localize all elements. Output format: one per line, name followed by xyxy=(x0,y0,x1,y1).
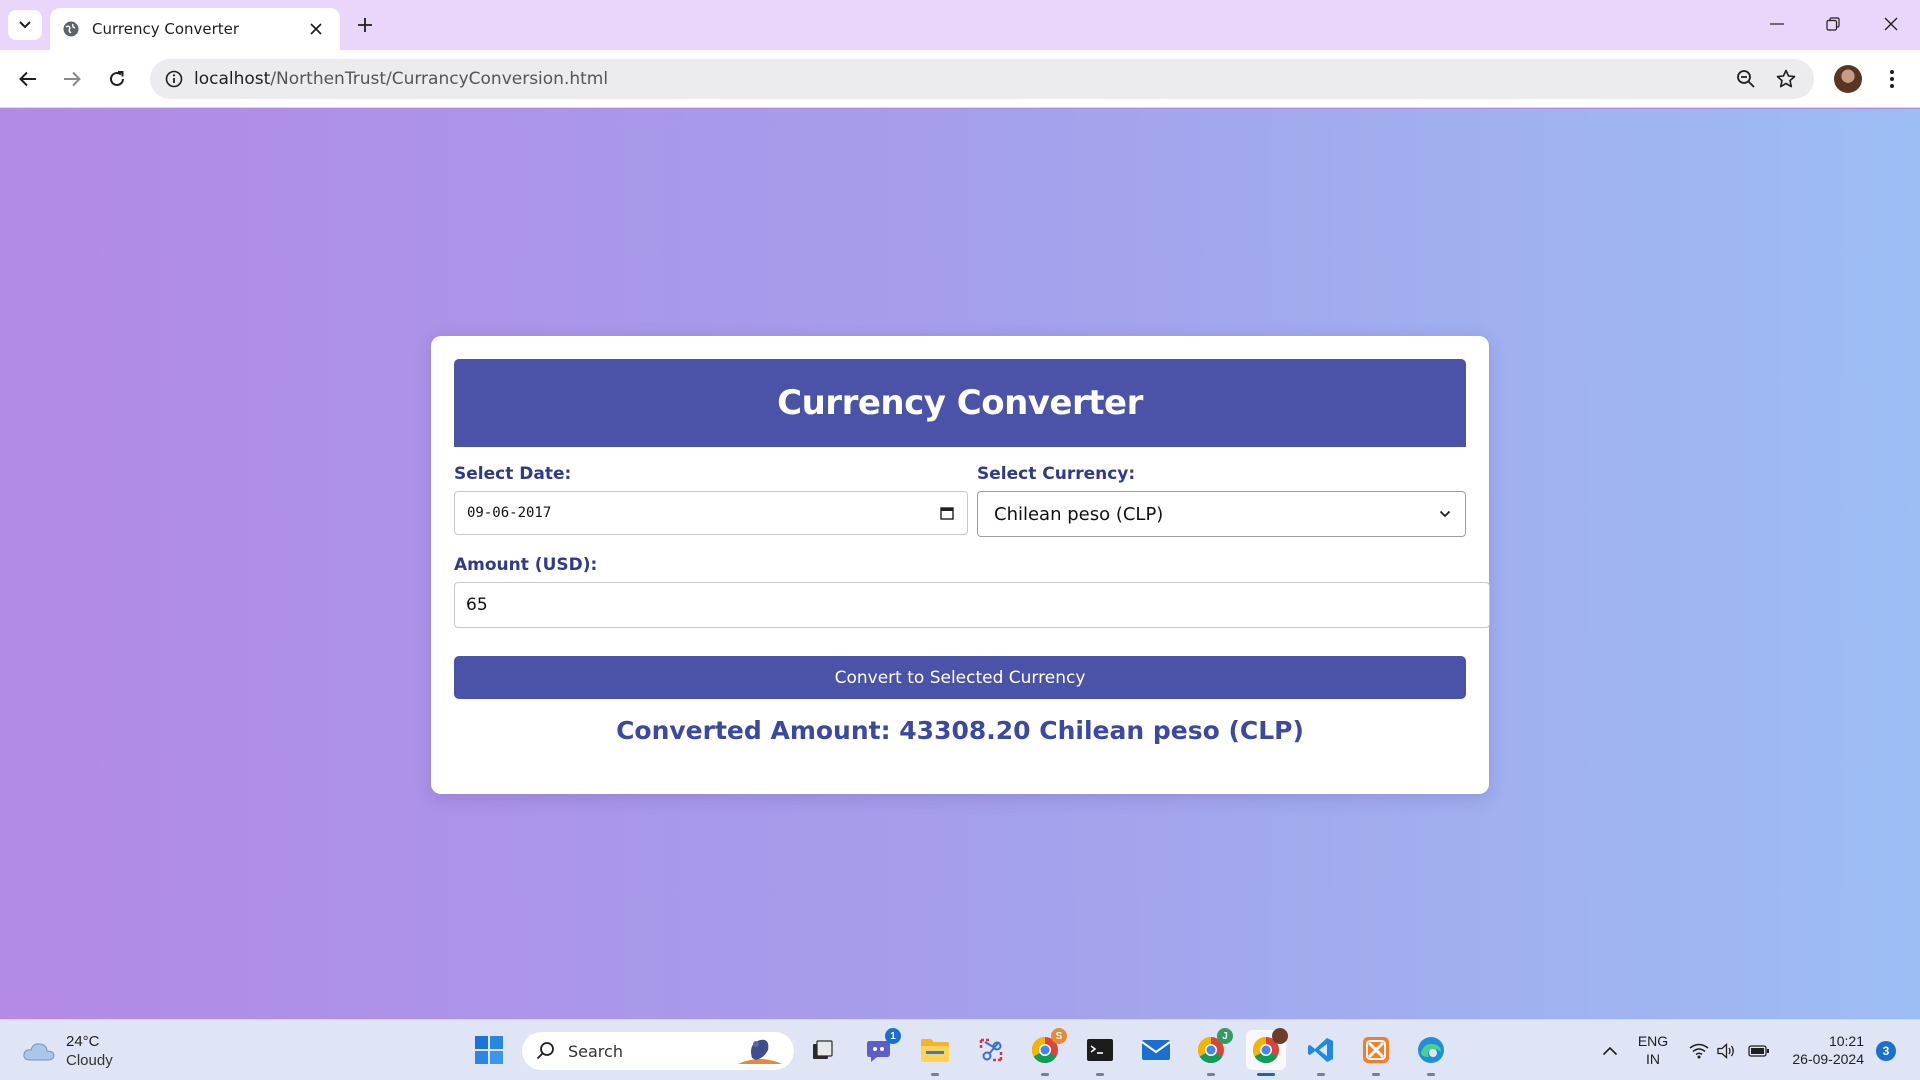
address-bar[interactable]: localhost/NorthenTrust/CurrancyConversio… xyxy=(150,59,1814,99)
page-title: Currency Converter xyxy=(777,383,1143,423)
url-text[interactable]: localhost/NorthenTrust/CurrancyConversio… xyxy=(194,69,608,89)
amount-label: Amount (USD): xyxy=(454,555,598,575)
new-tab-button[interactable] xyxy=(352,12,378,38)
clock-date: 26-09-2024 xyxy=(1792,1051,1864,1067)
forward-button[interactable] xyxy=(56,63,88,95)
edge-button[interactable] xyxy=(1411,1030,1451,1076)
convert-button[interactable]: Convert to Selected Currency xyxy=(454,656,1466,699)
wifi-icon[interactable] xyxy=(1688,1040,1710,1062)
profile-avatar[interactable] xyxy=(1834,65,1862,93)
close-tab-icon[interactable] xyxy=(304,17,328,41)
cloud-icon xyxy=(23,1043,55,1061)
card-header: Currency Converter xyxy=(454,359,1466,447)
vscode-icon xyxy=(1308,1038,1333,1062)
folder-icon xyxy=(921,1039,949,1062)
browser-menu-button[interactable] xyxy=(1878,63,1906,95)
date-input[interactable]: 09-06-2017 xyxy=(454,491,968,535)
calendar-icon[interactable] xyxy=(939,505,955,521)
globe-icon xyxy=(62,20,80,38)
tab-strip: Currency Converter xyxy=(0,0,1920,50)
profile-avatar-badge xyxy=(1272,1028,1288,1044)
chevron-down-icon xyxy=(1439,510,1451,518)
currency-select[interactable]: Chilean peso (CLP) xyxy=(977,491,1466,537)
file-explorer-button[interactable] xyxy=(915,1030,955,1076)
taskbar-search[interactable]: Search xyxy=(522,1032,794,1070)
amount-input[interactable]: 65 xyxy=(454,582,1490,628)
restore-icon xyxy=(1826,17,1840,31)
clock-time: 10:21 xyxy=(1828,1033,1864,1049)
back-button[interactable] xyxy=(12,63,44,95)
teams-button[interactable]: 1 xyxy=(859,1028,901,1070)
minimize-button[interactable] xyxy=(1754,8,1800,40)
snipping-tool-icon xyxy=(979,1038,1003,1062)
page-viewport: Currency Converter Select Date: 09-06-20… xyxy=(0,109,1920,1019)
vscode-button[interactable] xyxy=(1301,1030,1341,1076)
converted-amount-text: Converted Amount: 43308.20 Chilean peso … xyxy=(616,716,1304,745)
volume-icon[interactable] xyxy=(1716,1040,1738,1062)
url-host: localhost xyxy=(194,69,271,89)
clock[interactable]: 10:21 26-09-2024 xyxy=(1780,1032,1864,1068)
profile-j-badge: J xyxy=(1217,1028,1233,1044)
language-region: IN xyxy=(1646,1051,1660,1067)
start-button[interactable] xyxy=(469,1030,509,1070)
browser-toolbar: localhost/NorthenTrust/CurrancyConversio… xyxy=(0,50,1920,108)
close-window-button[interactable] xyxy=(1868,8,1914,40)
weather-temp: 24°C xyxy=(66,1033,100,1050)
edge-icon xyxy=(1418,1037,1444,1063)
weather-condition: Cloudy xyxy=(66,1052,113,1069)
chevron-down-icon xyxy=(19,21,31,29)
battery-icon[interactable] xyxy=(1748,1040,1770,1062)
restore-button[interactable] xyxy=(1810,8,1856,40)
teams-badge: 1 xyxy=(885,1028,901,1044)
url-path: /NorthenTrust/CurrancyConversion.html xyxy=(270,69,609,89)
search-highlight-icon xyxy=(738,1039,782,1064)
date-label: Select Date: xyxy=(454,464,572,484)
bookmark-star-icon[interactable] xyxy=(1770,63,1802,95)
task-view-button[interactable] xyxy=(803,1030,843,1070)
zoom-icon[interactable] xyxy=(1730,63,1762,95)
notification-badge[interactable]: 3 xyxy=(1876,1041,1896,1061)
profile-s-badge: S xyxy=(1051,1028,1067,1044)
chrome-profile-s-button[interactable]: S xyxy=(1025,1028,1067,1076)
converter-card: Currency Converter Select Date: 09-06-20… xyxy=(431,336,1490,794)
terminal-button[interactable] xyxy=(1080,1030,1120,1076)
language-code: ENG xyxy=(1637,1033,1669,1049)
task-view-icon xyxy=(813,1040,833,1059)
arrow-left-icon xyxy=(19,71,36,87)
terminal-icon xyxy=(1087,1039,1113,1061)
date-value: 09-06-2017 xyxy=(467,505,552,521)
chevron-up-icon xyxy=(1602,1046,1618,1056)
show-hidden-icons-button[interactable] xyxy=(1599,1040,1621,1062)
close-icon xyxy=(1884,17,1898,31)
chrome-active-button[interactable] xyxy=(1246,1028,1288,1076)
search-icon xyxy=(536,1042,554,1060)
site-info-icon[interactable] xyxy=(154,59,194,99)
tab-search-button[interactable] xyxy=(8,10,42,40)
xampp-button[interactable] xyxy=(1356,1030,1396,1076)
plus-icon xyxy=(358,18,372,32)
mail-icon xyxy=(1141,1040,1171,1060)
currency-selected-value: Chilean peso (CLP) xyxy=(994,503,1164,525)
chrome-profile-j-button[interactable]: J xyxy=(1191,1028,1233,1076)
windows-start-icon xyxy=(475,1036,503,1064)
reload-button[interactable] xyxy=(101,63,133,95)
tab-title: Currency Converter xyxy=(92,20,240,38)
reload-icon xyxy=(110,71,124,86)
currency-label: Select Currency: xyxy=(977,464,1136,484)
language-indicator[interactable]: ENG IN xyxy=(1636,1032,1670,1068)
tab-currency-converter[interactable]: Currency Converter xyxy=(50,8,340,50)
kebab-menu-icon xyxy=(1890,70,1894,88)
search-placeholder: Search xyxy=(568,1041,623,1061)
minimize-icon xyxy=(1770,23,1784,25)
arrow-right-icon xyxy=(64,71,81,87)
taskbar: 24°C Cloudy Search 1 S J ENG IN 10:21 26… xyxy=(0,1019,1920,1080)
xampp-icon xyxy=(1363,1037,1389,1063)
snipping-tool-button[interactable] xyxy=(971,1030,1011,1070)
mail-button[interactable] xyxy=(1136,1030,1176,1070)
weather-widget[interactable]: 24°C Cloudy xyxy=(22,1032,113,1070)
amount-value: 65 xyxy=(466,595,488,615)
